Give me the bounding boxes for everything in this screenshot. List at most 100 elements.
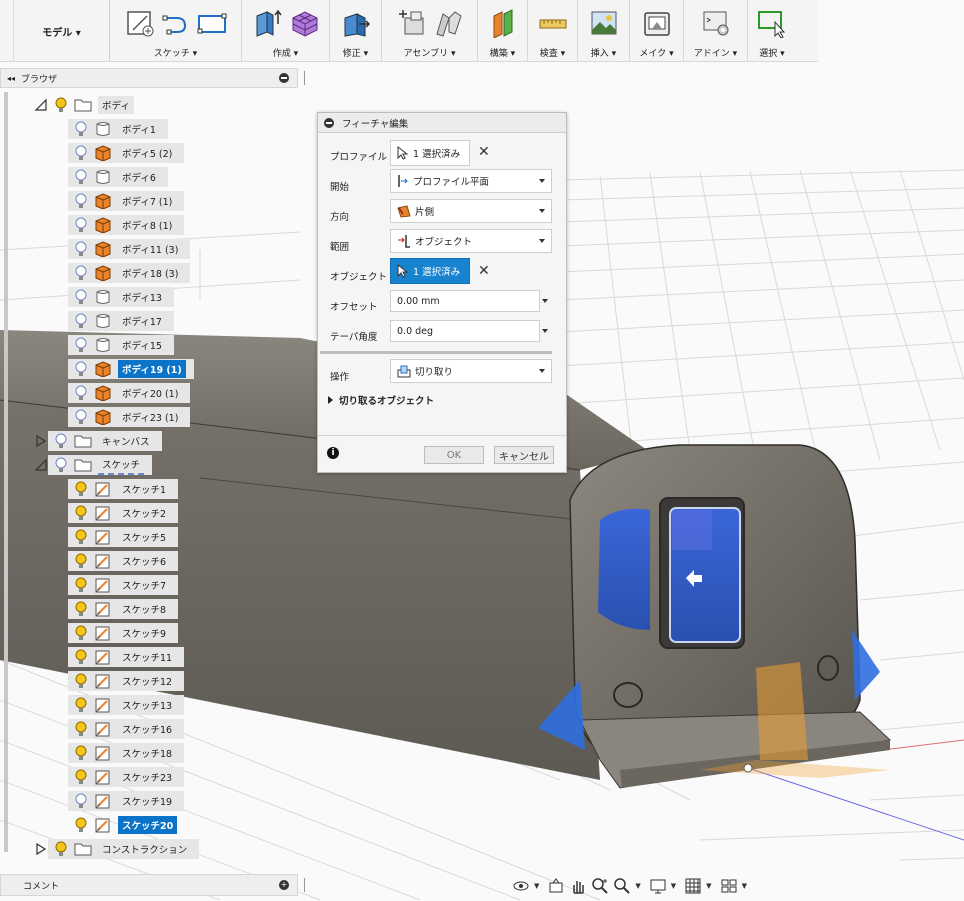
zoom-icon[interactable] [591, 877, 609, 895]
scripts-icon[interactable] [701, 8, 731, 38]
collapsed-triangle-icon[interactable] [34, 434, 48, 448]
body-row[interactable]: ボディ6 [68, 166, 168, 188]
insert-group[interactable]: 挿入 ▾ [578, 0, 630, 62]
sketch-row[interactable]: スケッチ12 [68, 670, 185, 692]
visibility-bulb-off-icon[interactable] [74, 793, 88, 809]
sketch-row[interactable]: スケッチ9 [68, 622, 179, 644]
visibility-bulb-icon[interactable] [74, 601, 88, 617]
splitter[interactable] [304, 71, 305, 85]
visibility-bulb-icon[interactable] [74, 649, 88, 665]
sketch-row[interactable]: スケッチ20 [68, 814, 185, 836]
body-row[interactable]: ボディ23 (1) [68, 406, 191, 428]
visibility-bulb-off-icon[interactable] [54, 457, 68, 473]
visibility-bulb-off-icon[interactable] [74, 193, 88, 209]
offset-input[interactable]: 0.00 mm [390, 290, 540, 312]
splitter[interactable] [304, 878, 305, 892]
visibility-bulb-off-icon[interactable] [74, 313, 88, 329]
sketch-row[interactable]: スケッチ8 [68, 598, 179, 620]
body-row[interactable]: ボディ17 [68, 310, 174, 332]
press-pull-icon[interactable] [341, 8, 371, 38]
orbit-icon[interactable] [512, 877, 530, 895]
collapse-panel-icon[interactable]: ◂◂ [7, 74, 15, 83]
visibility-bulb-icon[interactable] [74, 577, 88, 593]
offset-plane-icon[interactable] [488, 8, 518, 38]
objects-to-cut-section[interactable]: 切り取るオブジェクト [328, 393, 434, 407]
minimize-icon[interactable] [279, 73, 289, 83]
collapse-dialog-icon[interactable] [324, 117, 334, 128]
toolbar-grip[interactable] [0, 0, 14, 62]
workspace-switcher[interactable]: モデル ▾ [14, 0, 110, 62]
modify-group[interactable]: 修正 ▾ [330, 0, 382, 62]
body-row[interactable]: ボディ18 (3) [68, 262, 191, 284]
folder-bodies[interactable]: ボディ [34, 94, 134, 116]
visibility-bulb-icon[interactable] [74, 697, 88, 713]
cancel-button[interactable]: キャンセル [494, 446, 554, 464]
dropdown-caret-icon[interactable]: ▼ [742, 882, 747, 890]
pan-icon[interactable] [569, 877, 587, 895]
start-select[interactable]: プロファイル平面 [390, 169, 552, 193]
profile-selection-button[interactable]: 1 選択済み [390, 140, 470, 166]
display-settings-icon[interactable] [649, 877, 667, 895]
dropdown-caret-icon[interactable]: ▼ [671, 882, 676, 890]
expanded-triangle-icon[interactable] [34, 98, 48, 112]
measure-icon[interactable] [538, 8, 568, 38]
sketch-row[interactable]: スケッチ7 [68, 574, 179, 596]
browser-scrollbar[interactable] [4, 92, 8, 852]
extent-select[interactable]: オブジェクト [390, 229, 552, 253]
dropdown-caret-icon[interactable]: ▼ [534, 882, 539, 890]
sketch-row[interactable]: スケッチ16 [68, 718, 185, 740]
body-row[interactable]: ボディ15 [68, 334, 174, 356]
create-sketch-icon[interactable] [125, 8, 155, 38]
sketch-row[interactable]: スケッチ6 [68, 550, 179, 572]
make-group[interactable]: メイク ▾ [630, 0, 684, 62]
add-comment-icon[interactable]: + [279, 880, 289, 890]
body-row[interactable]: ボディ1 [68, 118, 168, 140]
collapsed-triangle-icon[interactable] [34, 842, 48, 856]
object-selection-button[interactable]: 1 選択済み [390, 258, 470, 284]
body-row[interactable]: ボディ7 (1) [68, 190, 185, 212]
insert-image-icon[interactable] [589, 8, 619, 38]
assemble-group[interactable]: アセンブリ ▾ [382, 0, 478, 62]
create-group[interactable]: 作成 ▾ [242, 0, 330, 62]
visibility-bulb-icon[interactable] [74, 721, 88, 737]
visibility-bulb-icon[interactable] [74, 553, 88, 569]
body-row[interactable]: ボディ11 (3) [68, 238, 191, 260]
visibility-bulb-off-icon[interactable] [74, 409, 88, 425]
sketch-row[interactable]: スケッチ18 [68, 742, 185, 764]
sketch-row[interactable]: スケッチ5 [68, 526, 179, 548]
folder-sketches[interactable]: スケッチ [34, 454, 153, 476]
visibility-bulb-off-icon[interactable] [74, 337, 88, 353]
dropdown-caret-icon[interactable]: ▼ [706, 882, 711, 890]
visibility-bulb-off-icon[interactable] [74, 289, 88, 305]
taper-input[interactable]: 0.0 deg [390, 320, 540, 342]
visibility-bulb-off-icon[interactable] [74, 241, 88, 257]
body-row[interactable]: ボディ13 [68, 286, 174, 308]
visibility-bulb-icon[interactable] [74, 673, 88, 689]
clear-object-icon[interactable]: ✕ [478, 263, 490, 279]
sketch-row[interactable]: スケッチ19 [68, 790, 185, 812]
select-icon[interactable] [757, 8, 787, 38]
visibility-bulb-off-icon[interactable] [74, 361, 88, 377]
folder-construction[interactable]: コンストラクション [34, 838, 200, 860]
grid-icon[interactable] [684, 877, 702, 895]
visibility-bulb-off-icon[interactable] [74, 265, 88, 281]
3d-print-icon[interactable] [642, 8, 672, 38]
extrude-icon[interactable] [253, 8, 283, 38]
body-row[interactable]: ボディ8 (1) [68, 214, 185, 236]
visibility-bulb-icon[interactable] [74, 745, 88, 761]
construct-group[interactable]: 構築 ▾ [478, 0, 528, 62]
taper-dropdown-icon[interactable] [542, 329, 548, 333]
folder-canvas[interactable]: キャンバス [34, 430, 162, 452]
dropdown-caret-icon[interactable]: ▼ [635, 882, 640, 890]
look-at-icon[interactable] [547, 877, 565, 895]
body-row[interactable]: ボディ5 (2) [68, 142, 185, 164]
visibility-bulb-icon[interactable] [74, 625, 88, 641]
visibility-bulb-off-icon[interactable] [74, 385, 88, 401]
info-icon[interactable]: i [327, 447, 339, 459]
visibility-bulb-off-icon[interactable] [74, 121, 88, 137]
sketch-row[interactable]: スケッチ13 [68, 694, 185, 716]
sketch-row[interactable]: スケッチ23 [68, 766, 185, 788]
sketch-row[interactable]: スケッチ2 [68, 502, 179, 524]
select-group[interactable]: 選択 ▾ [748, 0, 796, 62]
visibility-bulb-off-icon[interactable] [74, 145, 88, 161]
